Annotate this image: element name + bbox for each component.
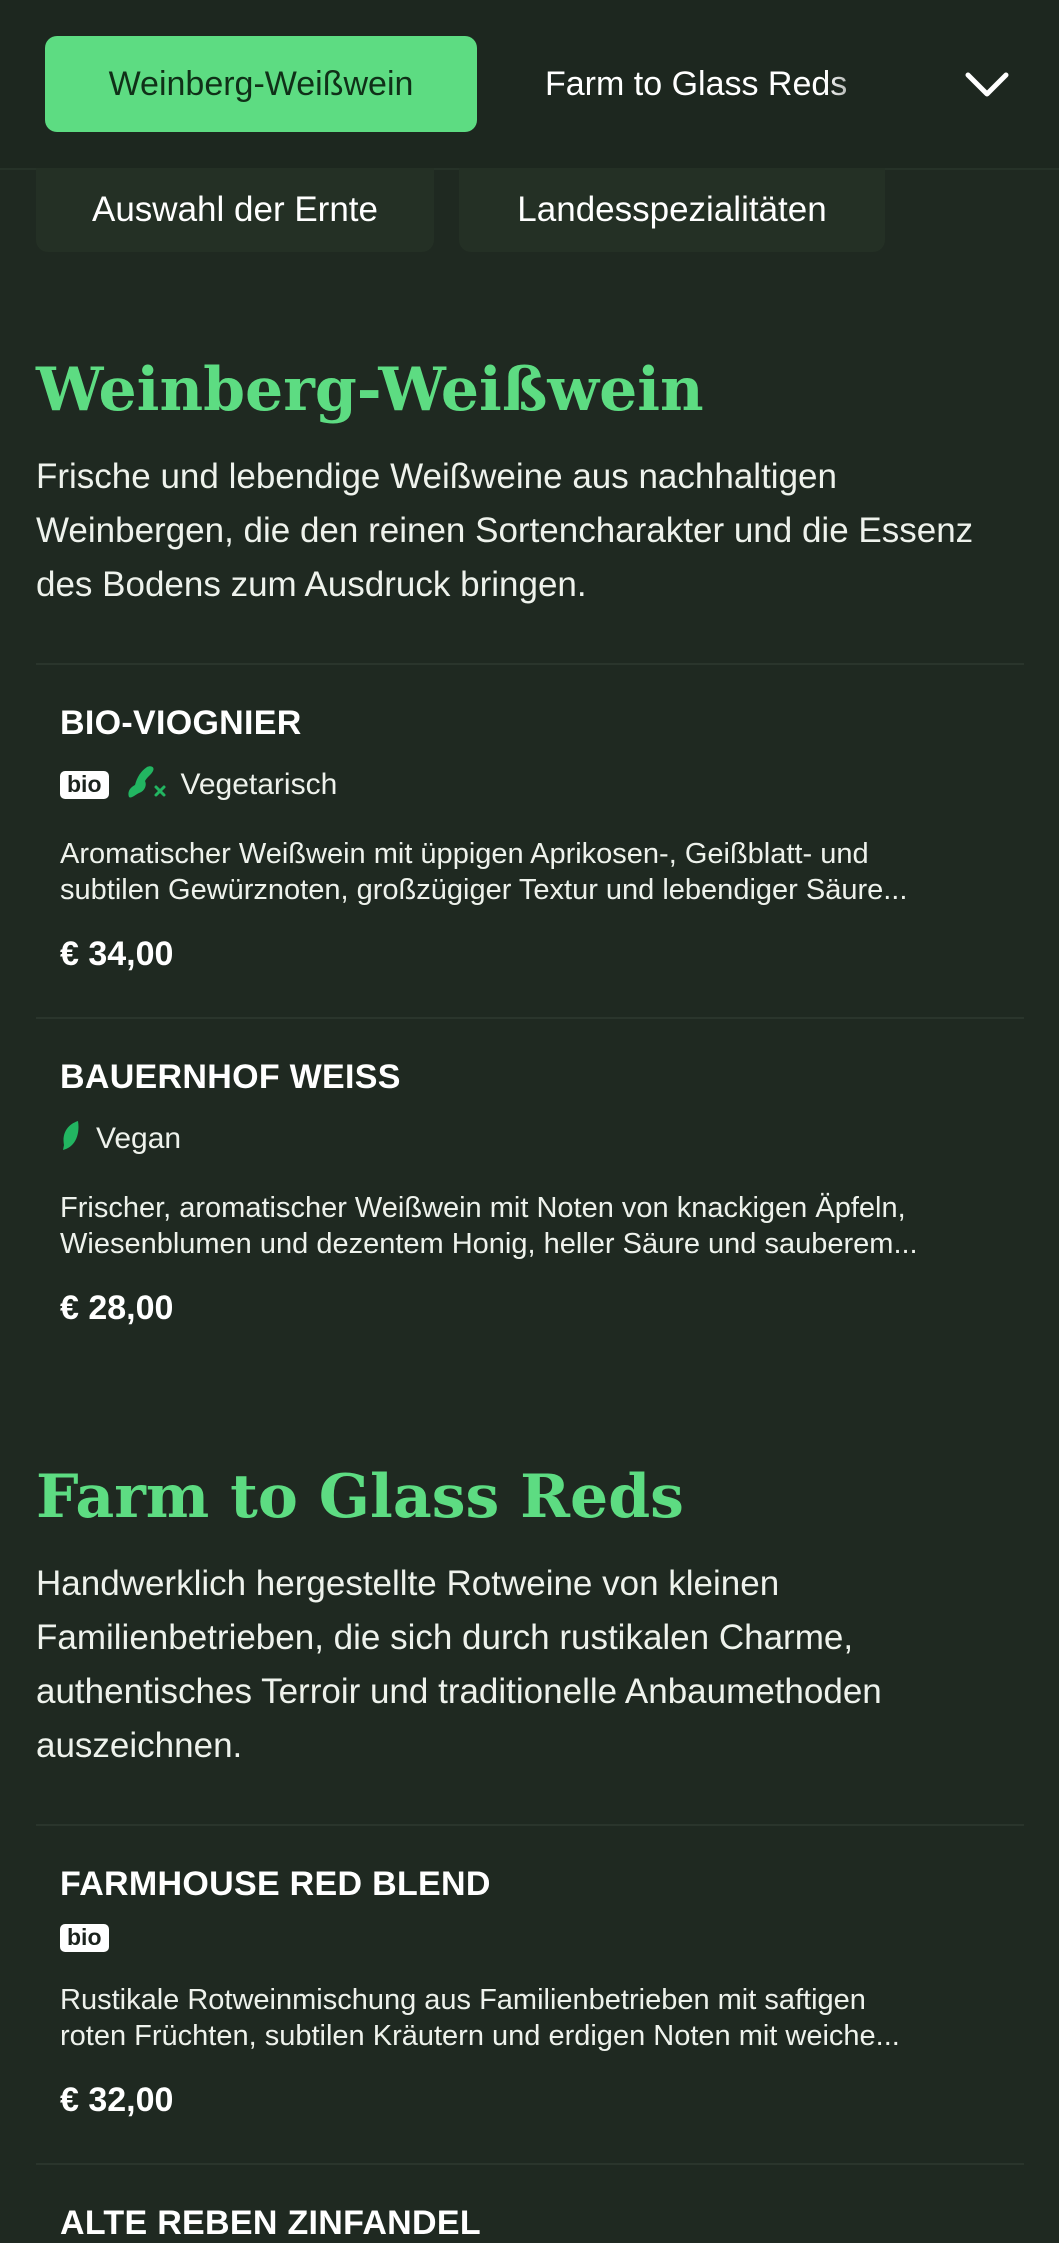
item-tags: Vegan: [60, 1119, 181, 1159]
category-nav: Weinberg-Weißwein Farm to Glass Reds: [0, 0, 1059, 170]
vegetarian-icon: [123, 761, 167, 809]
item-name: BAUERNHOF WEISS: [60, 1058, 401, 1096]
bio-badge: bio: [60, 771, 109, 799]
chip-auswahl-der-ernte[interactable]: Auswahl der Ernte: [36, 168, 434, 252]
item-name: FARMHOUSE RED BLEND: [60, 1865, 491, 1903]
section-title: Farm to Glass Reds: [36, 1462, 684, 1532]
chip-landesspezialitaeten[interactable]: Landesspezialitäten: [459, 168, 885, 252]
diet-label: Vegan: [96, 1122, 182, 1155]
item-tags: bio Vegetarisch: [60, 765, 337, 805]
divider: [36, 2163, 1024, 2165]
leaf-icon: [60, 1119, 82, 1159]
item-price: € 28,00: [60, 1289, 174, 1327]
item-price: € 34,00: [60, 935, 174, 973]
diet-label: Vegetarisch: [180, 768, 338, 801]
section-description: Handwerklich hergestellte Rotweine von k…: [36, 1564, 882, 1765]
tab-weinberg-weisswein[interactable]: Weinberg-Weißwein: [45, 36, 477, 132]
item-name: BIO-VIOGNIER: [60, 704, 302, 742]
section-description: Frische und lebendige Weißweine aus nach…: [36, 457, 974, 604]
divider: [36, 663, 1024, 665]
chevron-down-icon[interactable]: [960, 58, 1014, 112]
bio-badge: bio: [60, 1924, 109, 1952]
section-title: Weinberg-Weißwein: [36, 355, 704, 425]
item-description: Frischer, aromatischer Weißwein mit Note…: [60, 1192, 918, 1260]
tab-farm-to-glass-reds[interactable]: Farm to Glass Reds: [545, 36, 875, 132]
item-tags: bio: [60, 1918, 109, 1958]
divider: [36, 1017, 1024, 1019]
item-name: ALTE REBEN ZINFANDEL: [60, 2204, 481, 2242]
item-price: € 32,00: [60, 2081, 174, 2119]
item-description: Rustikale Rotweinmischung aus Familienbe…: [60, 1984, 900, 2052]
item-description: Aromatischer Weißwein mit üppigen Apriko…: [60, 838, 908, 906]
divider: [36, 1824, 1024, 1826]
